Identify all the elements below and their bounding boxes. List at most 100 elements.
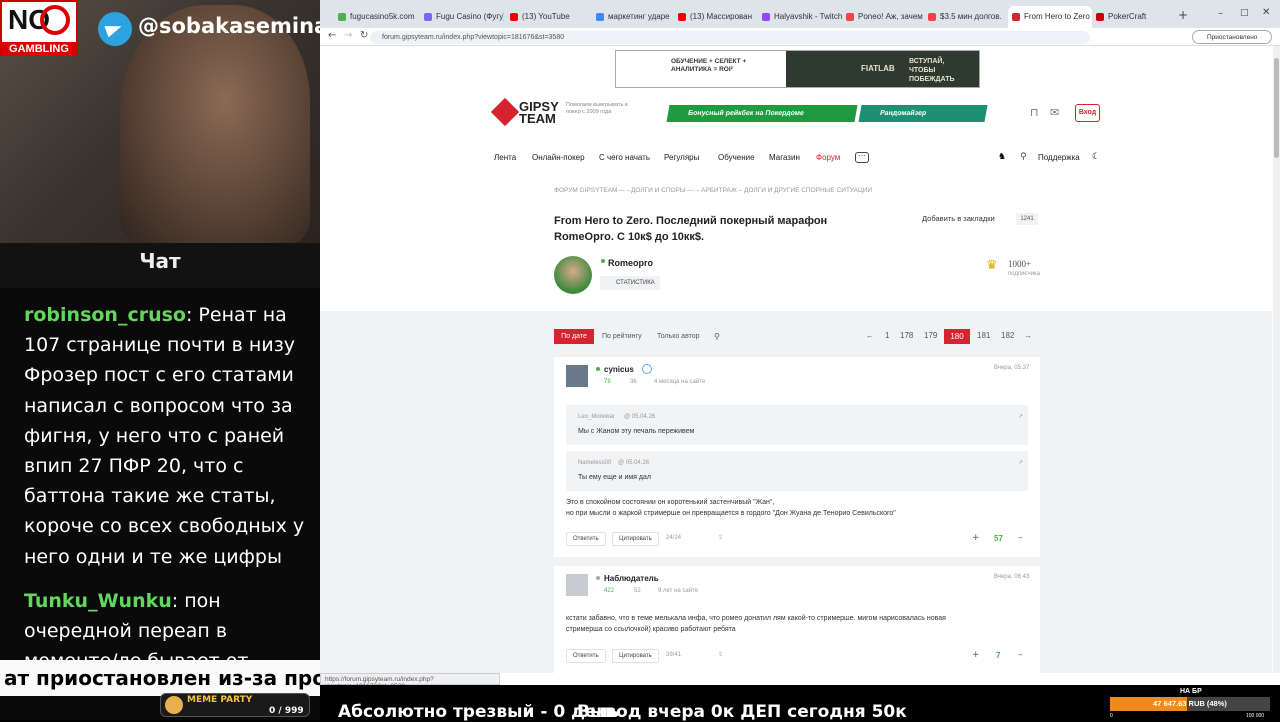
reply-button[interactable]: Ответить (566, 532, 606, 546)
new-tab-icon[interactable]: + (1178, 8, 1188, 22)
search-icon[interactable]: ⚲ (1020, 152, 1027, 162)
stats-button[interactable]: СТАТИСТИКА (600, 276, 660, 290)
post-user[interactable]: Наблюдатель (604, 574, 659, 583)
maximize-icon[interactable]: □ (1240, 8, 1249, 18)
likes-count: 7 (996, 651, 1001, 660)
page-link[interactable]: 1 (885, 331, 889, 340)
online-dot-icon (596, 367, 600, 371)
more-icon[interactable]: ··· (855, 152, 869, 163)
nav-shop[interactable]: Магазин (769, 153, 800, 162)
quote-text: Ты ему еще и имя дал (578, 474, 651, 481)
tab[interactable]: fugucasino5k.com (334, 6, 418, 28)
back-icon[interactable]: ← (328, 30, 336, 41)
post-nav[interactable]: 24/24 (666, 535, 681, 541)
quote-button[interactable]: Цитировать (612, 649, 659, 663)
post-text-line: стримерша со ссылочкой) красиво работают… (566, 626, 736, 633)
share-icon[interactable]: ⇪ (718, 534, 723, 541)
post-comments: 52 (634, 588, 641, 594)
telegram-handle: @sobakasemina (138, 14, 329, 38)
goal-value: 47 647.63 RUB (48%) (1153, 699, 1227, 708)
nav-online-poker[interactable]: Онлайн-покер (532, 153, 585, 162)
site-logo[interactable]: GIPSY TEAM (519, 100, 563, 125)
status-url: https://forum.gipsyteam.ru/index.php?vie… (320, 673, 500, 690)
quote-link-icon[interactable]: ↗ (1018, 413, 1023, 420)
tab-active[interactable]: From Hero to Zero (1008, 6, 1092, 28)
offline-dot-icon (596, 576, 600, 580)
user-avatar[interactable] (566, 365, 588, 387)
page-link[interactable]: 182 (1001, 331, 1014, 340)
favicon-icon (338, 13, 346, 21)
sort-author-only[interactable]: Только автор (657, 333, 700, 340)
login-button[interactable]: Вход (1075, 104, 1100, 122)
youtube-icon (678, 13, 686, 21)
downvote-icon[interactable]: – (1018, 533, 1023, 543)
scrollbar-thumb[interactable] (1274, 58, 1279, 158)
minimize-icon[interactable]: – (1218, 8, 1223, 19)
page-link[interactable]: 181 (977, 331, 990, 340)
tab[interactable]: (13) YouTube (506, 6, 590, 28)
theme-toggle-icon[interactable]: ☾ (1092, 152, 1100, 162)
tab[interactable]: (13) Массирован (674, 6, 758, 28)
bookmark-button[interactable]: Добавить в закладки (910, 212, 1008, 226)
tab[interactable]: Poneo! Аж, зачем (842, 6, 926, 28)
page-prev-icon[interactable]: ← (866, 331, 874, 340)
sort-by-rating[interactable]: По рейтингу (602, 333, 642, 340)
support-link[interactable]: Поддержка (1038, 153, 1080, 162)
mail-icon[interactable]: ✉ (1050, 106, 1059, 119)
chat-text: : Ренат на 107 странице почти в низу Фро… (24, 304, 305, 568)
page-current[interactable]: 180 (944, 329, 970, 344)
post-user[interactable]: cynicus (604, 365, 634, 374)
bookmark-icon[interactable]: ⊓ (1030, 106, 1039, 119)
url-field[interactable]: forum.gipsyteam.ru/index.php?viewtopic=1… (370, 31, 1090, 44)
banner-cta: ВСТУПАЙ, ЧТОБЫ ПОБЕЖДАТЬ (909, 58, 955, 83)
profile-paused-button[interactable]: Приостановлено (1192, 30, 1272, 44)
nav-regulars[interactable]: Регуляры (664, 153, 699, 162)
logo-subtitle: Помогаем выигрывать в покер с 2009 года (566, 102, 628, 115)
scrollbar[interactable] (1273, 46, 1280, 673)
post-nav[interactable]: 39/41 (666, 652, 681, 658)
forward-icon[interactable]: → (344, 30, 352, 41)
tab[interactable]: Fugu Casino (Фугу) (420, 6, 504, 28)
reload-icon[interactable]: ↻ (360, 30, 368, 41)
tab[interactable]: PokerCraft (1092, 6, 1172, 28)
ticker: ат приостановлен из-за прокр (0, 660, 320, 696)
user-avatar[interactable] (566, 574, 588, 596)
reply-button[interactable]: Ответить (566, 649, 606, 663)
twitch-icon (762, 13, 770, 21)
ad-banner[interactable]: ОБУЧЕНИЕ + СЕЛЕКТ + АНАЛИТИКА = ROI² FIA… (615, 50, 980, 88)
tab[interactable]: Halyavshik - Twitch (758, 6, 842, 28)
author-name[interactable]: Romeopro (608, 258, 653, 268)
nav-feed[interactable]: Лента (494, 153, 516, 162)
meme-count: 0 / 999 (269, 706, 304, 716)
randomizer-button[interactable]: Рандомайзер (858, 105, 988, 122)
post-comments: 36 (630, 379, 637, 385)
page-link[interactable]: 179 (924, 331, 937, 340)
share-icon[interactable]: ⇪ (718, 651, 723, 658)
search-icon[interactable]: ⚲ (714, 332, 720, 341)
notifications-icon[interactable]: ♞ (998, 152, 1006, 162)
sort-by-date[interactable]: По дате (554, 329, 594, 344)
breadcrumb-forum[interactable]: ФОРУМ GIPSYTEAM (554, 187, 617, 194)
quote-link-icon[interactable]: ↗ (1018, 459, 1023, 466)
upvote-icon[interactable]: + (972, 533, 980, 543)
breadcrumb-arbitrage[interactable]: АРБИТРАЖ – ДОЛГИ И ДРУГИЕ СПОРНЫЕ СИТУАЦ… (701, 187, 872, 194)
page-next-icon[interactable]: → (1024, 331, 1032, 340)
rakeback-button[interactable]: Бонусный рейкбек на Покердоме (666, 105, 858, 122)
subscribers-label: подписчика (1008, 271, 1041, 277)
nav-start[interactable]: С чего начать (599, 153, 650, 162)
tab-strip: fugucasino5k.com Fugu Casino (Фугу) (13)… (320, 0, 1280, 28)
withdraw-deposit: Вывод вчера 0к ДЕП сегодня 50к (577, 702, 907, 722)
upvote-icon[interactable]: + (972, 650, 980, 660)
quote-text: Мы с Жаном эту печаль переживем (578, 428, 695, 435)
author-avatar[interactable] (554, 256, 592, 294)
nav-education[interactable]: Обучение (718, 153, 755, 162)
page-link[interactable]: 178 (900, 331, 913, 340)
quote-button[interactable]: Цитировать (612, 532, 659, 546)
gipsyteam-icon (1012, 13, 1020, 21)
nav-forum[interactable]: Форум (816, 153, 840, 162)
tab[interactable]: $3.5 мин долгов. (924, 6, 1008, 28)
breadcrumb-debts[interactable]: ДОЛГИ И СПОРЫ (631, 187, 686, 194)
downvote-icon[interactable]: – (1018, 650, 1023, 660)
close-icon[interactable]: ✕ (1262, 7, 1270, 18)
tab[interactable]: маркетинг ударе (592, 6, 676, 28)
